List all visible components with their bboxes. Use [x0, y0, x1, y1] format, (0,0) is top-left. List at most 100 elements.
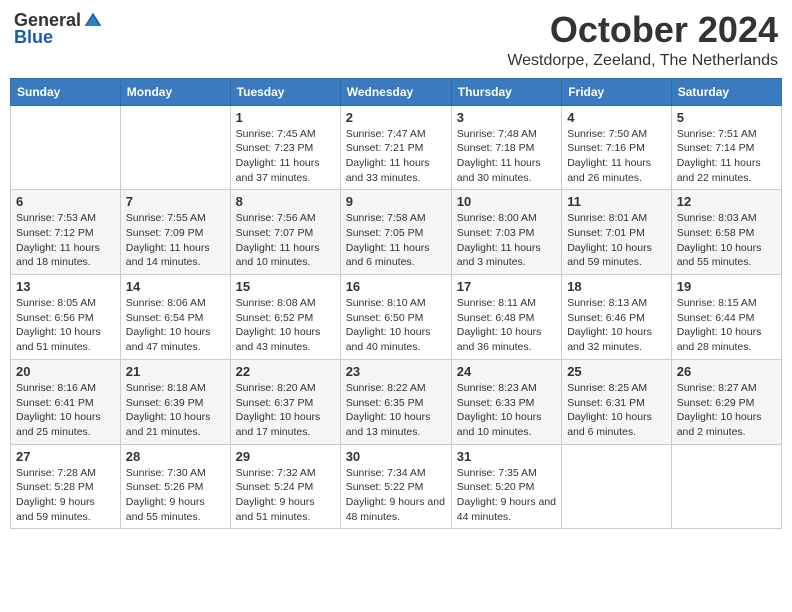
calendar-cell: 2Sunrise: 7:47 AM Sunset: 7:21 PM Daylig… [340, 105, 451, 190]
day-info: Sunrise: 7:30 AM Sunset: 5:26 PM Dayligh… [126, 466, 225, 525]
column-header-wednesday: Wednesday [340, 78, 451, 105]
day-info: Sunrise: 7:58 AM Sunset: 7:05 PM Dayligh… [346, 211, 446, 270]
day-number: 17 [457, 279, 556, 294]
day-number: 27 [16, 449, 115, 464]
calendar-cell: 26Sunrise: 8:27 AM Sunset: 6:29 PM Dayli… [671, 359, 781, 444]
column-header-monday: Monday [120, 78, 230, 105]
calendar-cell: 22Sunrise: 8:20 AM Sunset: 6:37 PM Dayli… [230, 359, 340, 444]
day-info: Sunrise: 8:22 AM Sunset: 6:35 PM Dayligh… [346, 381, 446, 440]
calendar-week-row: 27 Sunrise: 7:28 AM Sunset: 5:28 PM Dayli… [11, 444, 782, 529]
day-number: 1 [236, 110, 335, 125]
calendar-cell: 20 Sunrise: 8:16 AM Sunset: 6:41 PM Dayli… [11, 359, 121, 444]
day-number: 6 [16, 194, 115, 209]
calendar-cell: 27 Sunrise: 7:28 AM Sunset: 5:28 PM Dayli… [11, 444, 121, 529]
day-info: Sunrise: 7:34 AM Sunset: 5:22 PM Dayligh… [346, 466, 446, 525]
calendar-cell: 21 Sunrise: 8:18 AM Sunset: 6:39 PM Dayli… [120, 359, 230, 444]
day-info: Sunrise: 7:48 AM Sunset: 7:18 PM Dayligh… [457, 127, 556, 186]
day-number: 14 [126, 279, 225, 294]
calendar-cell: 8 Sunrise: 7:56 AM Sunset: 7:07 PM Daylig… [230, 190, 340, 275]
day-number: 20 [16, 364, 115, 379]
day-info: Sunrise: 7:32 AM Sunset: 5:24 PM Dayligh… [236, 466, 335, 525]
day-info: Sunrise: 8:08 AM Sunset: 6:52 PM Dayligh… [236, 296, 335, 355]
day-info: Sunrise: 8:01 AM Sunset: 7:01 PM Dayligh… [567, 211, 666, 270]
calendar-cell: 30 Sunrise: 7:34 AM Sunset: 5:22 PM Dayli… [340, 444, 451, 529]
day-info: Sunrise: 8:03 AM Sunset: 6:58 PM Dayligh… [677, 211, 776, 270]
calendar-cell [562, 444, 672, 529]
day-info: Sunrise: 8:16 AM Sunset: 6:41 PM Dayligh… [16, 381, 115, 440]
logo-blue-text: Blue [14, 27, 53, 48]
day-number: 11 [567, 194, 666, 209]
day-number: 8 [236, 194, 335, 209]
calendar-cell: 24 Sunrise: 8:23 AM Sunset: 6:33 PM Dayli… [451, 359, 561, 444]
day-info: Sunrise: 7:51 AM Sunset: 7:14 PM Dayligh… [677, 127, 776, 186]
calendar-cell: 17Sunrise: 8:11 AM Sunset: 6:48 PM Dayli… [451, 275, 561, 360]
day-info: Sunrise: 7:56 AM Sunset: 7:07 PM Dayligh… [236, 211, 335, 270]
day-info: Sunrise: 8:10 AM Sunset: 6:50 PM Dayligh… [346, 296, 446, 355]
day-number: 30 [346, 449, 446, 464]
day-info: Sunrise: 8:15 AM Sunset: 6:44 PM Dayligh… [677, 296, 776, 355]
calendar-cell: 29 Sunrise: 7:32 AM Sunset: 5:24 PM Dayli… [230, 444, 340, 529]
day-info: Sunrise: 8:25 AM Sunset: 6:31 PM Dayligh… [567, 381, 666, 440]
column-header-sunday: Sunday [11, 78, 121, 105]
calendar-cell: 28 Sunrise: 7:30 AM Sunset: 5:26 PM Dayli… [120, 444, 230, 529]
calendar-cell: 14Sunrise: 8:06 AM Sunset: 6:54 PM Dayli… [120, 275, 230, 360]
day-number: 26 [677, 364, 776, 379]
day-number: 16 [346, 279, 446, 294]
day-number: 18 [567, 279, 666, 294]
day-number: 10 [457, 194, 556, 209]
day-number: 7 [126, 194, 225, 209]
calendar-week-row: 13Sunrise: 8:05 AM Sunset: 6:56 PM Dayli… [11, 275, 782, 360]
day-number: 21 [126, 364, 225, 379]
day-info: Sunrise: 8:23 AM Sunset: 6:33 PM Dayligh… [457, 381, 556, 440]
column-header-thursday: Thursday [451, 78, 561, 105]
calendar-week-row: 1 Sunrise: 7:45 AM Sunset: 7:23 PM Daylig… [11, 105, 782, 190]
day-number: 25 [567, 364, 666, 379]
day-info: Sunrise: 8:13 AM Sunset: 6:46 PM Dayligh… [567, 296, 666, 355]
logo-icon [83, 11, 103, 31]
calendar-week-row: 6Sunrise: 7:53 AM Sunset: 7:12 PM Daylig… [11, 190, 782, 275]
calendar-cell: 12Sunrise: 8:03 AM Sunset: 6:58 PM Dayli… [671, 190, 781, 275]
column-header-tuesday: Tuesday [230, 78, 340, 105]
calendar-cell [11, 105, 121, 190]
calendar-cell: 7 Sunrise: 7:55 AM Sunset: 7:09 PM Daylig… [120, 190, 230, 275]
day-number: 9 [346, 194, 446, 209]
day-number: 22 [236, 364, 335, 379]
calendar-cell: 16 Sunrise: 8:10 AM Sunset: 6:50 PM Dayli… [340, 275, 451, 360]
day-number: 23 [346, 364, 446, 379]
calendar-cell: 31 Sunrise: 7:35 AM Sunset: 5:20 PM Dayli… [451, 444, 561, 529]
day-info: Sunrise: 7:28 AM Sunset: 5:28 PM Dayligh… [16, 466, 115, 525]
calendar-cell: 11 Sunrise: 8:01 AM Sunset: 7:01 PM Dayli… [562, 190, 672, 275]
month-title: October 2024 [507, 10, 778, 50]
location-title: Westdorpe, Zeeland, The Netherlands [507, 52, 778, 70]
calendar-cell: 4Sunrise: 7:50 AM Sunset: 7:16 PM Daylig… [562, 105, 672, 190]
calendar-cell: 5 Sunrise: 7:51 AM Sunset: 7:14 PM Daylig… [671, 105, 781, 190]
day-info: Sunrise: 7:50 AM Sunset: 7:16 PM Dayligh… [567, 127, 666, 186]
day-number: 15 [236, 279, 335, 294]
day-number: 31 [457, 449, 556, 464]
calendar-cell: 19Sunrise: 8:15 AM Sunset: 6:44 PM Dayli… [671, 275, 781, 360]
title-section: October 2024 Westdorpe, Zeeland, The Net… [507, 10, 778, 70]
calendar-cell: 6Sunrise: 7:53 AM Sunset: 7:12 PM Daylig… [11, 190, 121, 275]
calendar-table: SundayMondayTuesdayWednesdayThursdayFrid… [10, 78, 782, 530]
calendar-cell: 1 Sunrise: 7:45 AM Sunset: 7:23 PM Daylig… [230, 105, 340, 190]
calendar-cell: 13Sunrise: 8:05 AM Sunset: 6:56 PM Dayli… [11, 275, 121, 360]
page-header: General Blue October 2024 Westdorpe, Zee… [10, 10, 782, 70]
day-number: 5 [677, 110, 776, 125]
day-number: 24 [457, 364, 556, 379]
day-info: Sunrise: 7:35 AM Sunset: 5:20 PM Dayligh… [457, 466, 556, 525]
logo: General Blue [14, 10, 103, 48]
day-info: Sunrise: 7:45 AM Sunset: 7:23 PM Dayligh… [236, 127, 335, 186]
calendar-week-row: 20 Sunrise: 8:16 AM Sunset: 6:41 PM Dayli… [11, 359, 782, 444]
day-info: Sunrise: 8:18 AM Sunset: 6:39 PM Dayligh… [126, 381, 225, 440]
day-number: 13 [16, 279, 115, 294]
day-number: 28 [126, 449, 225, 464]
calendar-cell [671, 444, 781, 529]
calendar-cell: 23 Sunrise: 8:22 AM Sunset: 6:35 PM Dayli… [340, 359, 451, 444]
day-info: Sunrise: 7:47 AM Sunset: 7:21 PM Dayligh… [346, 127, 446, 186]
day-info: Sunrise: 7:55 AM Sunset: 7:09 PM Dayligh… [126, 211, 225, 270]
calendar-cell: 25 Sunrise: 8:25 AM Sunset: 6:31 PM Dayli… [562, 359, 672, 444]
calendar-cell: 10Sunrise: 8:00 AM Sunset: 7:03 PM Dayli… [451, 190, 561, 275]
calendar-cell: 15 Sunrise: 8:08 AM Sunset: 6:52 PM Dayli… [230, 275, 340, 360]
day-number: 29 [236, 449, 335, 464]
day-number: 3 [457, 110, 556, 125]
